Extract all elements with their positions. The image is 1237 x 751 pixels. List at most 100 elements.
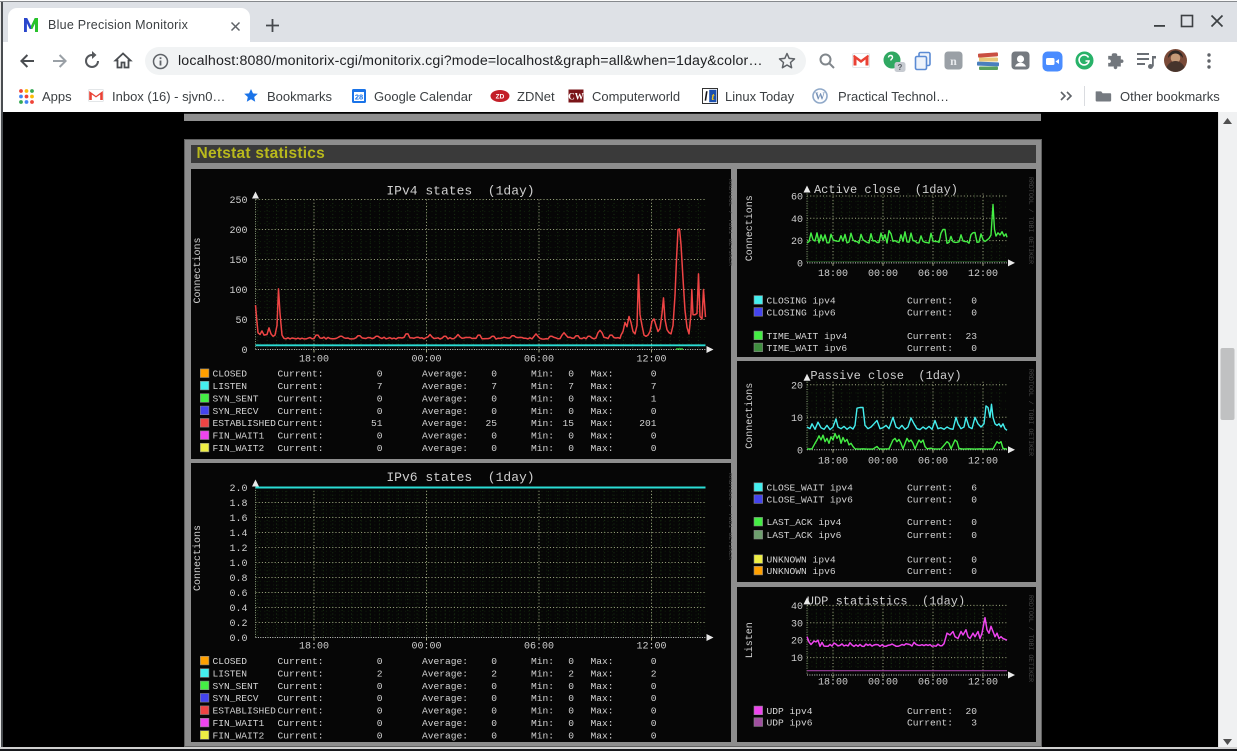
svg-text:2: 2: [491, 668, 497, 679]
svg-text:Min:: Min:: [531, 405, 554, 416]
svg-text:00:00: 00:00: [411, 354, 441, 365]
svg-text:RRDTOOL / TOBI OETIKER: RRDTOOL / TOBI OETIKER: [727, 473, 732, 560]
svg-text:Min:: Min:: [531, 718, 554, 729]
svg-text:18:00: 18:00: [298, 642, 328, 653]
svg-text:UNKNOWN ipv6: UNKNOWN ipv6: [767, 566, 836, 577]
svg-text:Current:: Current:: [907, 330, 953, 341]
svg-text:Max:: Max:: [590, 656, 613, 667]
svg-text:Min:: Min:: [531, 730, 554, 741]
svg-text:Listen: Listen: [744, 622, 756, 658]
svg-text:Current:: Current:: [277, 381, 323, 392]
svg-text:7: 7: [491, 381, 497, 392]
svg-text:CLOSE_WAIT ipv6: CLOSE_WAIT ipv6: [767, 495, 854, 506]
svg-text:Average:: Average:: [422, 405, 468, 416]
svg-text:Max:: Max:: [590, 405, 613, 416]
svg-text:0.4: 0.4: [229, 604, 247, 615]
svg-text:0: 0: [650, 718, 656, 729]
svg-text:0: 0: [650, 656, 656, 667]
svg-text:?: ?: [898, 63, 903, 72]
svg-text:TIME_WAIT ipv4: TIME_WAIT ipv4: [767, 330, 848, 341]
svg-text:Active close (1day): Active close (1day): [814, 183, 958, 197]
svg-text:Current:: Current:: [277, 430, 323, 441]
svg-text:Min:: Min:: [531, 430, 554, 441]
svg-text:FIN_WAIT1: FIN_WAIT1: [212, 718, 264, 729]
svg-text:n: n: [950, 54, 957, 68]
svg-text:Min:: Min:: [531, 381, 554, 392]
svg-text:Passive close (1day): Passive close (1day): [810, 369, 961, 383]
svg-text:51: 51: [370, 418, 382, 429]
svg-text:UDP ipv4: UDP ipv4: [767, 706, 813, 717]
svg-text:7: 7: [650, 381, 656, 392]
svg-text:Current:: Current:: [907, 718, 953, 729]
svg-text:Max:: Max:: [590, 443, 613, 454]
svg-text:12:00: 12:00: [636, 642, 666, 653]
svg-text:06:00: 06:00: [523, 354, 553, 365]
svg-text:0: 0: [797, 446, 803, 457]
svg-text:Max:: Max:: [590, 668, 613, 679]
svg-text:50: 50: [235, 316, 247, 327]
svg-text:0: 0: [797, 259, 803, 270]
svg-text:00:00: 00:00: [868, 678, 898, 689]
svg-text:18:00: 18:00: [298, 354, 328, 365]
svg-text:Average:: Average:: [422, 718, 468, 729]
svg-text:0: 0: [491, 693, 497, 704]
svg-text:1.0: 1.0: [229, 559, 247, 570]
svg-text:12:00: 12:00: [636, 354, 666, 365]
svg-text:SYN_SENT: SYN_SENT: [212, 393, 258, 404]
svg-text:28: 28: [355, 93, 363, 102]
svg-text:Current:: Current:: [277, 443, 323, 454]
svg-text:201: 201: [639, 418, 657, 429]
svg-text:25: 25: [485, 418, 497, 429]
svg-text:12:00: 12:00: [968, 269, 998, 280]
svg-text:1.8: 1.8: [229, 499, 247, 510]
svg-text:UNKNOWN ipv4: UNKNOWN ipv4: [767, 555, 836, 566]
svg-text:0: 0: [971, 517, 977, 528]
svg-text:Current:: Current:: [277, 668, 323, 679]
svg-text:SYN_SENT: SYN_SENT: [212, 681, 258, 692]
svg-text:0: 0: [491, 443, 497, 454]
svg-text:RRDTOOL / TOBI OETIKER: RRDTOOL / TOBI OETIKER: [727, 179, 732, 266]
svg-text:0.2: 0.2: [229, 619, 247, 630]
svg-text:Current:: Current:: [277, 368, 323, 379]
svg-text:20: 20: [791, 237, 803, 248]
svg-text:Current:: Current:: [277, 393, 323, 404]
svg-text:0: 0: [491, 405, 497, 416]
svg-text:1: 1: [650, 393, 656, 404]
svg-text:Current:: Current:: [277, 405, 323, 416]
svg-text:UDP statistics (1day): UDP statistics (1day): [807, 595, 965, 609]
svg-text:0: 0: [650, 368, 656, 379]
svg-text:Current:: Current:: [277, 418, 323, 429]
svg-text:Current:: Current:: [907, 342, 953, 353]
svg-text:06:00: 06:00: [918, 269, 948, 280]
svg-text:7: 7: [568, 381, 574, 392]
svg-text:Current:: Current:: [907, 307, 953, 318]
svg-text:Max:: Max:: [590, 381, 613, 392]
svg-text:Connections: Connections: [744, 195, 756, 261]
svg-text:20: 20: [965, 706, 977, 717]
svg-text:0: 0: [971, 495, 977, 506]
svg-text:Current:: Current:: [277, 730, 323, 741]
svg-text:10: 10: [791, 414, 803, 425]
svg-text:00:00: 00:00: [411, 642, 441, 653]
svg-text:0: 0: [491, 430, 497, 441]
svg-text:Min:: Min:: [531, 443, 554, 454]
svg-text:Current:: Current:: [907, 555, 953, 566]
svg-text:0: 0: [491, 368, 497, 379]
svg-text:0: 0: [650, 693, 656, 704]
svg-text:Min:: Min:: [531, 393, 554, 404]
svg-text:Average:: Average:: [422, 430, 468, 441]
svg-text:0: 0: [376, 405, 382, 416]
svg-text:SYN_RECV: SYN_RECV: [212, 693, 258, 704]
svg-text:0: 0: [376, 706, 382, 717]
svg-text:CLOSED: CLOSED: [212, 656, 247, 667]
svg-text:0: 0: [568, 718, 574, 729]
svg-text:200: 200: [229, 226, 247, 237]
svg-text:Connections: Connections: [744, 383, 756, 449]
svg-text:FIN_WAIT1: FIN_WAIT1: [212, 430, 264, 441]
svg-text:Min:: Min:: [531, 693, 554, 704]
svg-text:Average:: Average:: [422, 418, 468, 429]
svg-text:Current:: Current:: [907, 517, 953, 528]
svg-text:Average:: Average:: [422, 693, 468, 704]
svg-text:LISTEN: LISTEN: [212, 381, 247, 392]
svg-text:ESTABLISHED: ESTABLISHED: [212, 418, 276, 429]
